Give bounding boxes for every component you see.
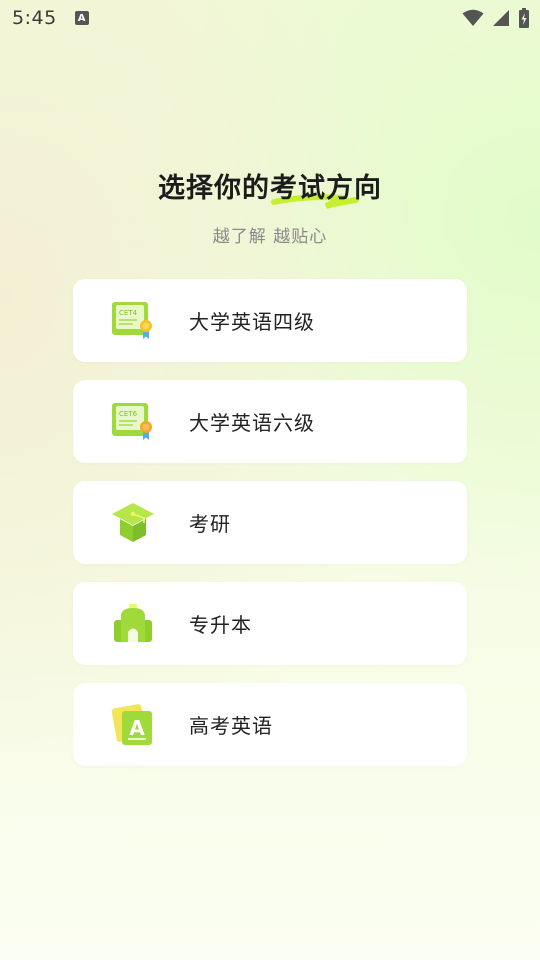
exam-options-list: CET4 大学英语四级 CET6 大学英语六级 考研 专升本 A 高考英语	[73, 279, 467, 784]
cet4-badge: CET4	[119, 309, 138, 317]
signal-icon	[493, 10, 509, 26]
option-kaoyan[interactable]: 考研	[73, 481, 467, 564]
title-part2: 考试方向	[270, 173, 382, 204]
status-time: 5:45	[12, 7, 57, 29]
option-label: 高考英语	[189, 714, 273, 738]
status-icons	[462, 8, 530, 28]
option-gaokao[interactable]: A 高考英语	[73, 683, 467, 766]
page-subtitle: 越了解 越贴心	[212, 227, 328, 247]
cet6-certificate-icon: CET6	[107, 396, 159, 448]
page-title: 选择你的 考试方向	[158, 166, 382, 209]
option-cet4[interactable]: CET4 大学英语四级	[73, 279, 467, 362]
option-label: 专升本	[189, 613, 252, 637]
title-part1: 选择你的	[158, 173, 270, 204]
gaokao-badge: A	[129, 716, 145, 740]
wifi-icon	[462, 9, 484, 26]
cet4-certificate-icon: CET4	[107, 295, 159, 347]
option-label: 大学英语四级	[189, 310, 315, 334]
battery-charging-icon	[519, 8, 529, 28]
school-building-icon	[107, 598, 159, 650]
cet6-badge: CET6	[119, 410, 138, 418]
option-zhuanshengben[interactable]: 专升本	[73, 582, 467, 665]
notification-icon: A	[74, 11, 89, 25]
option-label: 考研	[189, 512, 231, 536]
option-label: 大学英语六级	[189, 411, 315, 435]
title-wrap: 选择你的 考试方向	[0, 166, 540, 209]
status-bar: 5:45 A	[0, 0, 540, 36]
option-cet6[interactable]: CET6 大学英语六级	[73, 380, 467, 463]
graduation-cap-icon	[107, 497, 159, 549]
title-highlight: 考试方向	[270, 166, 382, 209]
letter-a-cards-icon: A	[107, 699, 159, 751]
